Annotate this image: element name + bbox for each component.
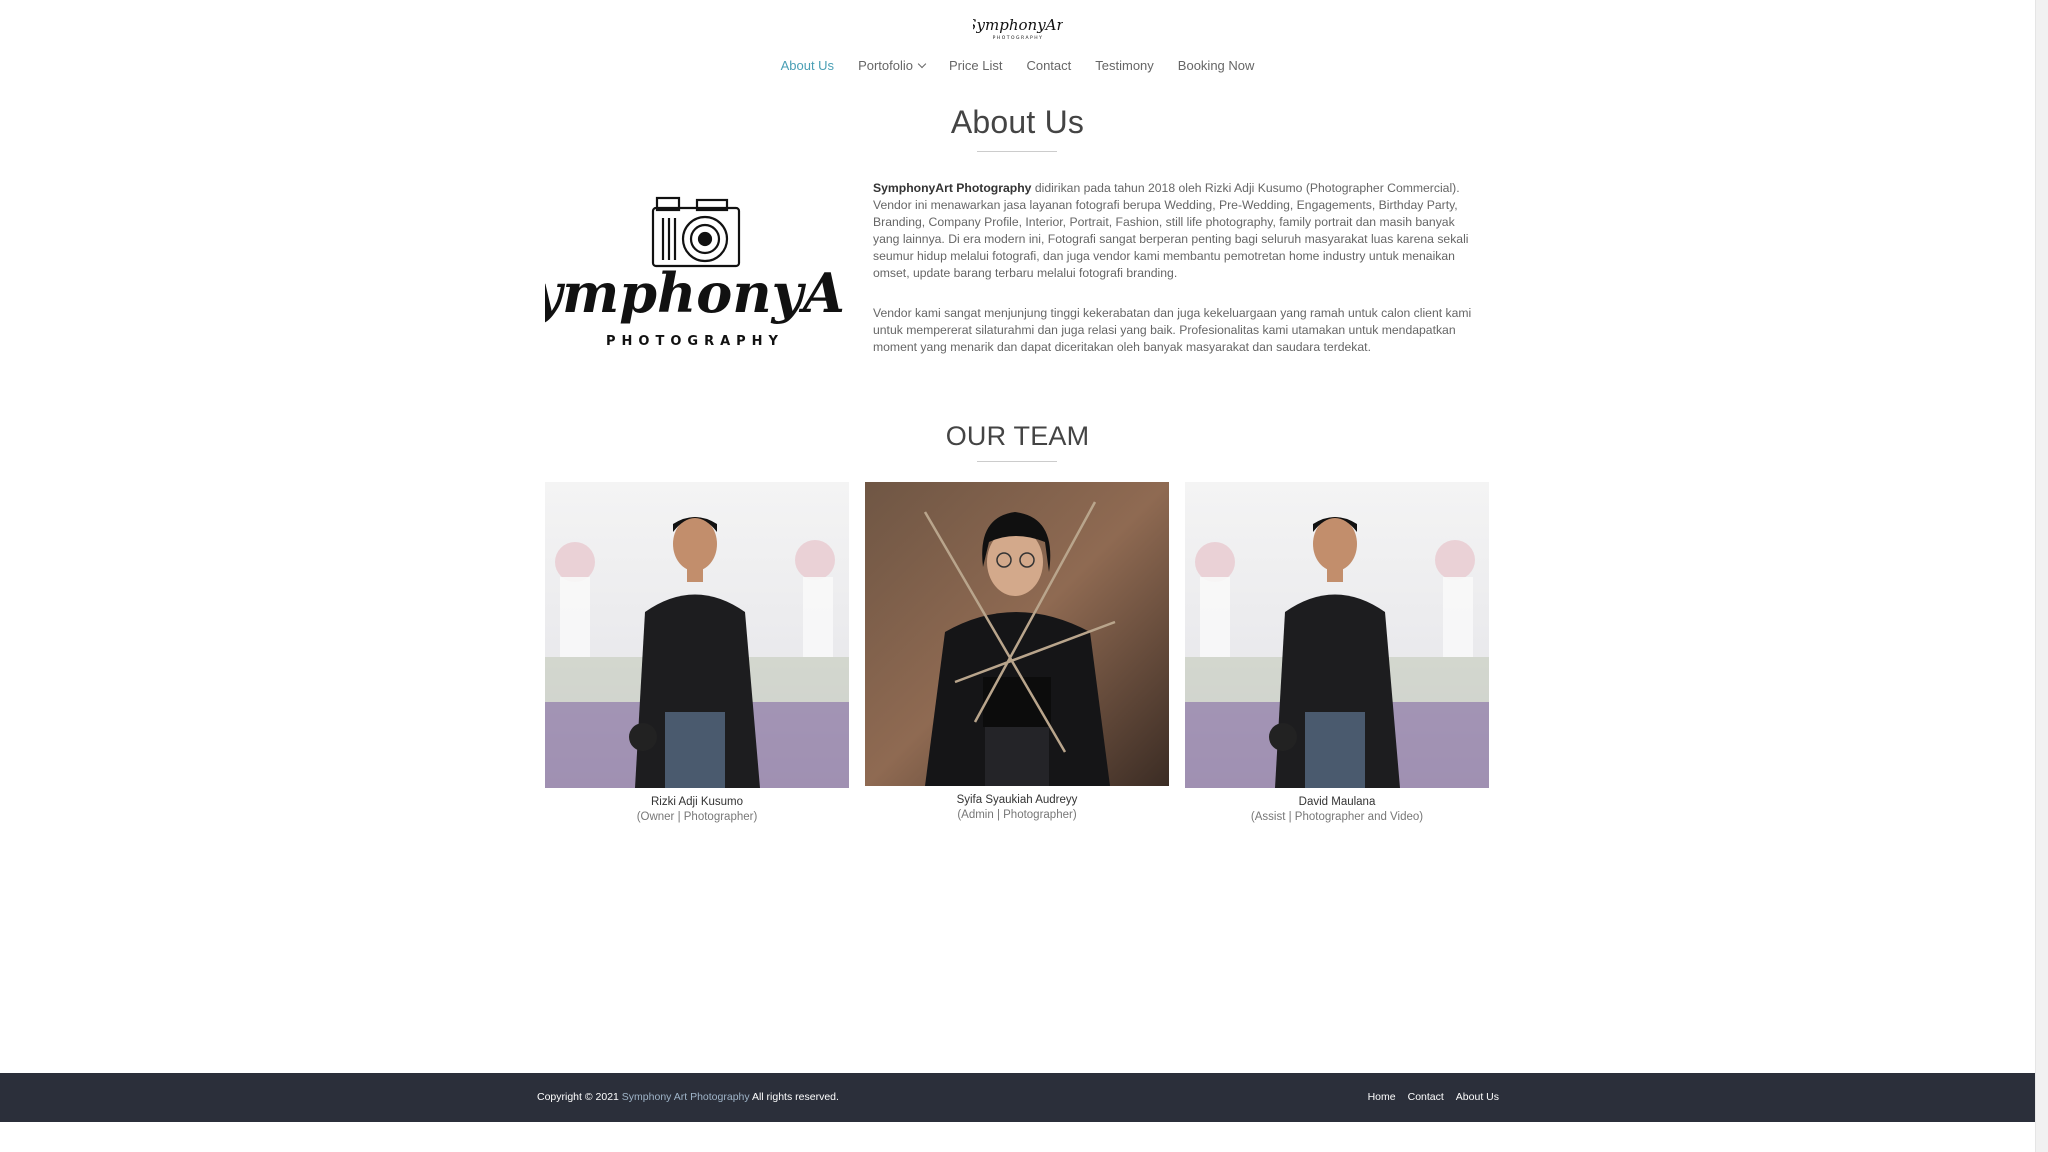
about-title: About Us	[950, 104, 1085, 140]
nav-about-us[interactable]: About Us	[769, 56, 846, 76]
header-brand: SymphonyArt PHOTOGRAPHY	[0, 12, 2035, 42]
about-paragraph-1: SymphonyArt Photography didirikan pada t…	[873, 181, 1469, 280]
copyright: Copyright © 2021 Symphony Art Photograph…	[537, 1091, 839, 1103]
team-member-name: Rizki Adji Kusumo	[650, 796, 744, 808]
svg-text:PHOTOGRAPHY: PHOTOGRAPHY	[606, 334, 784, 349]
team-member-name: Syifa Syaukiah Audreyy	[956, 794, 1078, 806]
svg-text:SymphonyArt: SymphonyArt	[545, 261, 845, 325]
nav-booking-now[interactable]: Booking Now	[1166, 56, 1267, 76]
team-member-role: (Owner | Photographer)	[636, 811, 758, 823]
camera-icon	[651, 196, 741, 268]
team-photo	[545, 482, 849, 788]
main-nav: About Us Portofolio Price List Contact T…	[0, 56, 2035, 76]
svg-text:PHOTOGRAPHY: PHOTOGRAPHY	[992, 35, 1043, 41]
about-paragraph-2: Vendor kami sangat menjunjung tinggi kek…	[873, 306, 1472, 354]
about-title-divider	[977, 151, 1057, 152]
nav-price-list[interactable]: Price List	[937, 56, 1014, 76]
team-title-divider	[977, 461, 1057, 462]
footer-links: Home Contact About Us	[1368, 1091, 1499, 1103]
team-member-role: (Admin | Photographer)	[957, 809, 1077, 821]
nav-contact[interactable]: Contact	[1014, 56, 1083, 76]
chevron-down-icon	[917, 59, 927, 69]
team-member-role: (Assist | Photographer and Video)	[1250, 811, 1424, 823]
team-photo	[865, 482, 1169, 786]
team-card: Rizki Adji Kusumo (Owner | Photographer)	[545, 482, 849, 825]
svg-text:SymphonyArt: SymphonyArt	[973, 16, 1063, 34]
team-card: Syifa Syaukiah Audreyy (Admin | Photogra…	[865, 482, 1169, 823]
about-logo: SymphonyArt PHOTOGRAPHY	[545, 196, 845, 349]
footer-link-home[interactable]: Home	[1368, 1091, 1396, 1103]
footer: Copyright © 2021 Symphony Art Photograph…	[0, 1073, 2035, 1122]
company-name: SymphonyArt Photography	[873, 181, 1032, 195]
nav-testimony[interactable]: Testimony	[1083, 56, 1166, 76]
team-card: David Maulana (Assist | Photographer and…	[1185, 482, 1489, 825]
page: SymphonyArt PHOTOGRAPHY About Us Portofo…	[0, 0, 2035, 1152]
nav-portofolio[interactable]: Portofolio	[846, 56, 937, 76]
page-scrollbar[interactable]	[2035, 0, 2048, 1152]
footer-link-contact[interactable]: Contact	[1408, 1091, 1444, 1103]
team-photo	[1185, 482, 1489, 788]
team-member-name: David Maulana	[1298, 796, 1376, 808]
brand-logo[interactable]: SymphonyArt PHOTOGRAPHY	[973, 12, 1063, 42]
footer-link-about-us[interactable]: About Us	[1456, 1091, 1499, 1103]
team-title: OUR TEAM	[945, 421, 1090, 451]
copyright-brand-link[interactable]: Symphony Art Photography	[622, 1091, 750, 1103]
about-description: SymphonyArt Photography didirikan pada t…	[873, 180, 1483, 379]
